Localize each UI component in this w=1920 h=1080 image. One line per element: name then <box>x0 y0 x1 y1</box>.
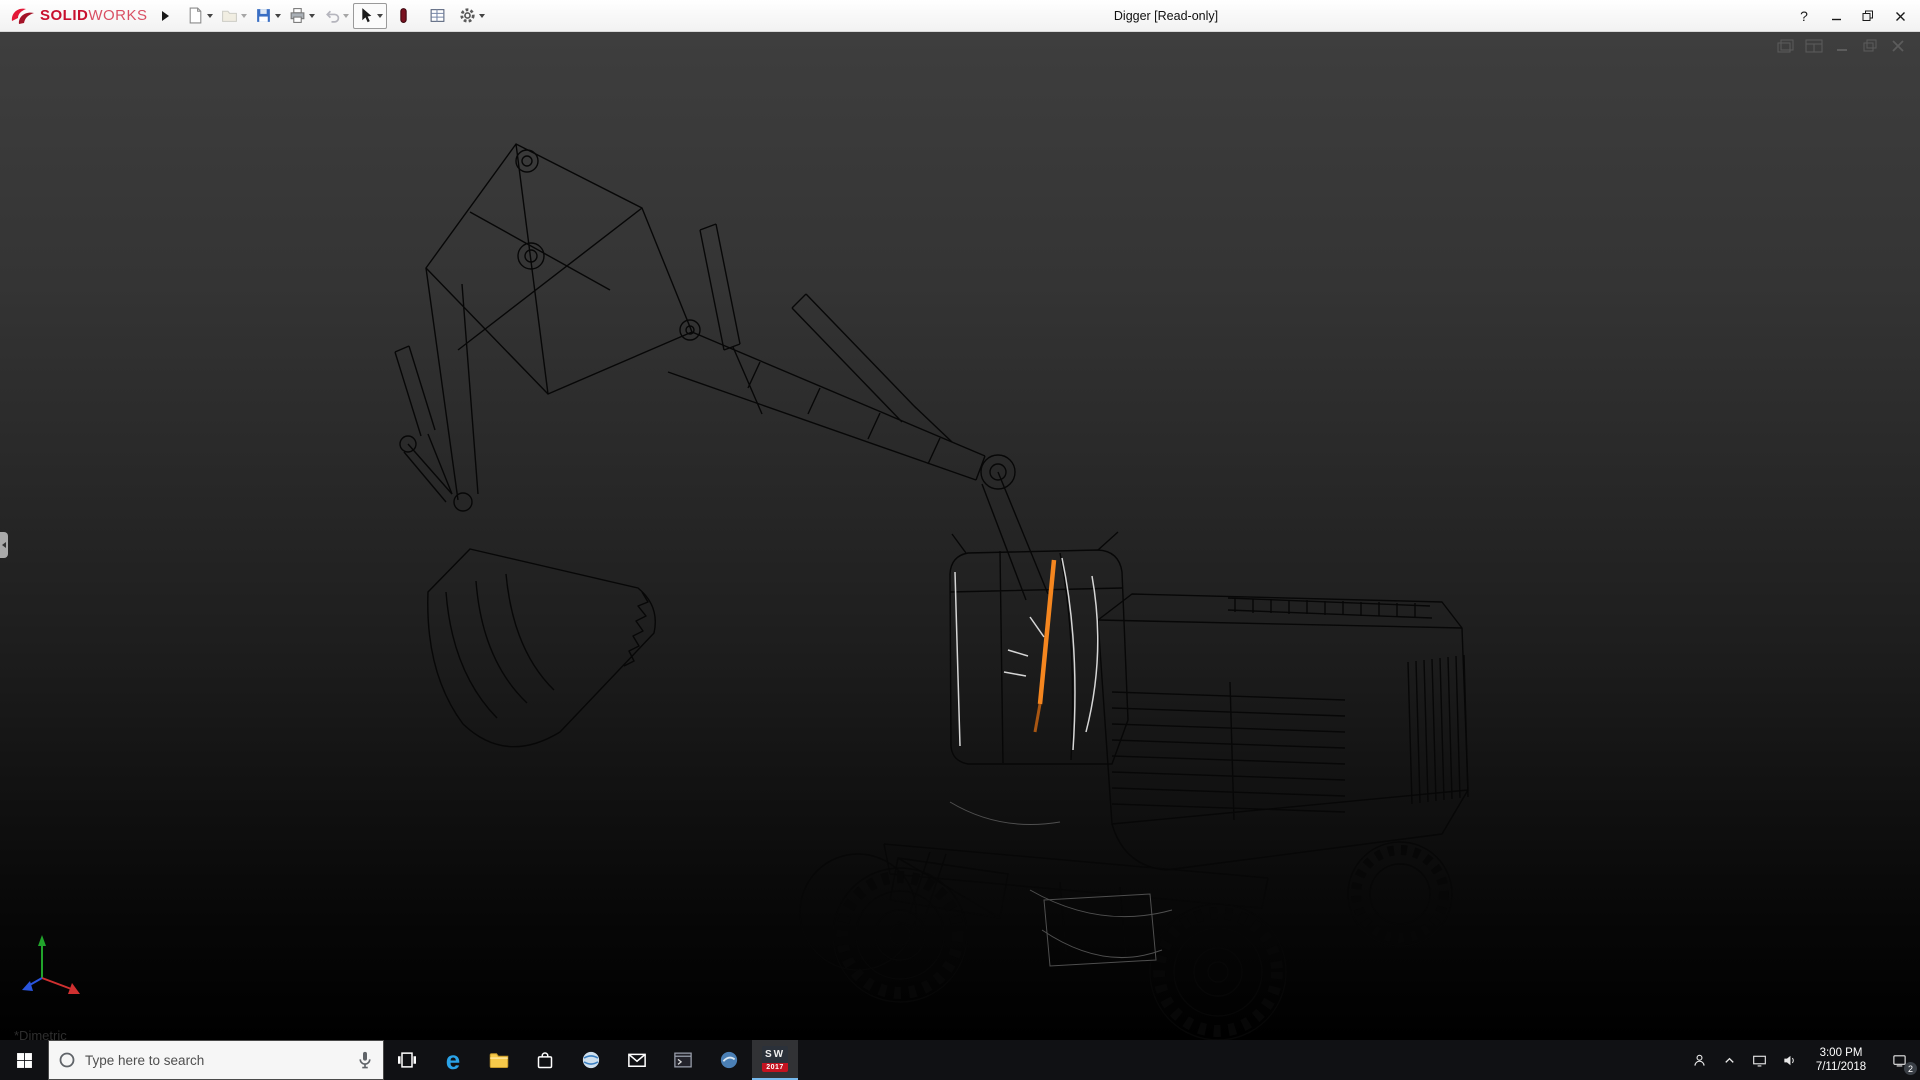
action-center-button[interactable]: 2 <box>1878 1040 1920 1080</box>
time-label: 3:00 PM <box>1820 1046 1863 1060</box>
task-view-icon <box>397 1050 417 1070</box>
speaker-icon <box>1782 1053 1797 1068</box>
select-cursor-icon <box>357 7 374 24</box>
display-icon <box>1752 1053 1767 1068</box>
open-folder-icon <box>221 7 238 24</box>
undo-button[interactable] <box>319 3 353 29</box>
document-window-controls <box>1776 38 1908 54</box>
dropdown-arrow-icon[interactable] <box>309 14 315 18</box>
chevron-up-icon <box>1722 1053 1737 1068</box>
cortana-icon <box>57 1050 77 1070</box>
ds-logo-icon <box>10 6 36 26</box>
undo-arrow-icon <box>323 7 340 24</box>
taskbar-search[interactable] <box>48 1040 384 1080</box>
taskbar-app-file-explorer[interactable] <box>476 1040 522 1080</box>
dropdown-arrow-icon[interactable] <box>343 14 349 18</box>
minimize-button[interactable] <box>1820 2 1852 30</box>
properties-table-icon <box>429 7 446 24</box>
orientation-triad <box>22 935 80 994</box>
taskbar-app-mail[interactable] <box>614 1040 660 1080</box>
help-icon: ? <box>1800 8 1808 24</box>
tile-window-button[interactable] <box>1804 38 1824 54</box>
tile-icon <box>1804 38 1824 54</box>
date-label: 7/11/2018 <box>1816 1060 1866 1074</box>
display-tray-button[interactable] <box>1744 1040 1774 1080</box>
taskbar-app-console[interactable] <box>660 1040 706 1080</box>
window-title: Digger [Read-only] <box>1114 9 1218 23</box>
dropdown-arrow-icon[interactable] <box>241 14 247 18</box>
options-button[interactable] <box>455 3 489 29</box>
appearance-button[interactable] <box>387 3 421 29</box>
new-button[interactable] <box>183 3 217 29</box>
microphone-icon[interactable] <box>355 1050 375 1070</box>
save-floppy-icon <box>255 7 272 24</box>
mail-icon <box>627 1050 647 1070</box>
menu-flyout-arrow-icon[interactable] <box>162 11 169 21</box>
clock[interactable]: 3:00 PM 7/11/2018 <box>1804 1040 1878 1080</box>
console-window-icon <box>673 1050 693 1070</box>
start-button[interactable] <box>0 1040 48 1080</box>
close-icon <box>1895 11 1906 22</box>
hidden-icons-button[interactable] <box>1714 1040 1744 1080</box>
document-minimize-button[interactable] <box>1832 38 1852 54</box>
digger-wireframe-model[interactable] <box>0 32 1920 1040</box>
taskbar-app-sphere[interactable] <box>568 1040 614 1080</box>
window-controls: ? <box>1788 0 1916 32</box>
appearance-icon <box>395 7 412 24</box>
restore-icon <box>1860 38 1880 54</box>
notification-badge: 2 <box>1904 1062 1917 1075</box>
task-view-button[interactable] <box>384 1040 430 1080</box>
sphere-app-icon <box>581 1050 601 1070</box>
minimize-icon <box>1832 38 1852 54</box>
select-button[interactable] <box>353 3 387 29</box>
search-input[interactable] <box>85 1053 347 1068</box>
restore-button[interactable] <box>1852 2 1884 30</box>
solidworks-window: SOLIDWORKS <box>0 0 1920 1080</box>
taskbar-app-solidworks-2017[interactable]: SW 2017 <box>752 1040 798 1080</box>
solidworks-2017-icon: SW 2017 <box>762 1046 788 1072</box>
view-orientation-label: *Dimetric <box>14 1028 67 1040</box>
taskbar-app-store[interactable] <box>522 1040 568 1080</box>
people-icon <box>1692 1053 1707 1068</box>
edrawings-icon <box>719 1050 739 1070</box>
file-explorer-icon <box>489 1050 509 1070</box>
titlebar: SOLIDWORKS <box>0 0 1920 32</box>
windows-logo-icon <box>16 1052 33 1069</box>
volume-button[interactable] <box>1774 1040 1804 1080</box>
gear-icon <box>459 7 476 24</box>
taskbar-app-edrawings[interactable] <box>706 1040 752 1080</box>
dropdown-arrow-icon[interactable] <box>377 14 383 18</box>
document-close-button[interactable] <box>1888 38 1908 54</box>
open-button[interactable] <box>217 3 251 29</box>
help-button[interactable]: ? <box>1788 2 1820 30</box>
dropdown-arrow-icon[interactable] <box>207 14 213 18</box>
graphics-viewport[interactable]: *Dimetric <box>0 32 1920 1040</box>
dropdown-arrow-icon[interactable] <box>275 14 281 18</box>
minimize-icon <box>1831 11 1842 22</box>
cascade-icon <box>1776 38 1796 54</box>
windows-taskbar: e <box>0 1040 1920 1080</box>
people-button[interactable] <box>1684 1040 1714 1080</box>
properties-button[interactable] <box>421 3 455 29</box>
panel-collapse-tab[interactable] <box>0 532 8 558</box>
printer-icon <box>289 7 306 24</box>
edge-icon: e <box>446 1047 460 1073</box>
solidworks-wordmark: SOLIDWORKS <box>40 7 148 24</box>
new-document-icon <box>187 7 204 24</box>
solidworks-logo: SOLIDWORKS <box>0 6 154 26</box>
document-restore-button[interactable] <box>1860 38 1880 54</box>
cascade-window-button[interactable] <box>1776 38 1796 54</box>
restore-icon <box>1862 10 1874 22</box>
taskbar-app-edge[interactable]: e <box>430 1040 476 1080</box>
system-tray: 3:00 PM 7/11/2018 2 <box>1684 1040 1920 1080</box>
close-icon <box>1888 38 1908 54</box>
close-button[interactable] <box>1884 2 1916 30</box>
store-bag-icon <box>535 1050 555 1070</box>
dropdown-arrow-icon[interactable] <box>479 14 485 18</box>
print-button[interactable] <box>285 3 319 29</box>
save-button[interactable] <box>251 3 285 29</box>
